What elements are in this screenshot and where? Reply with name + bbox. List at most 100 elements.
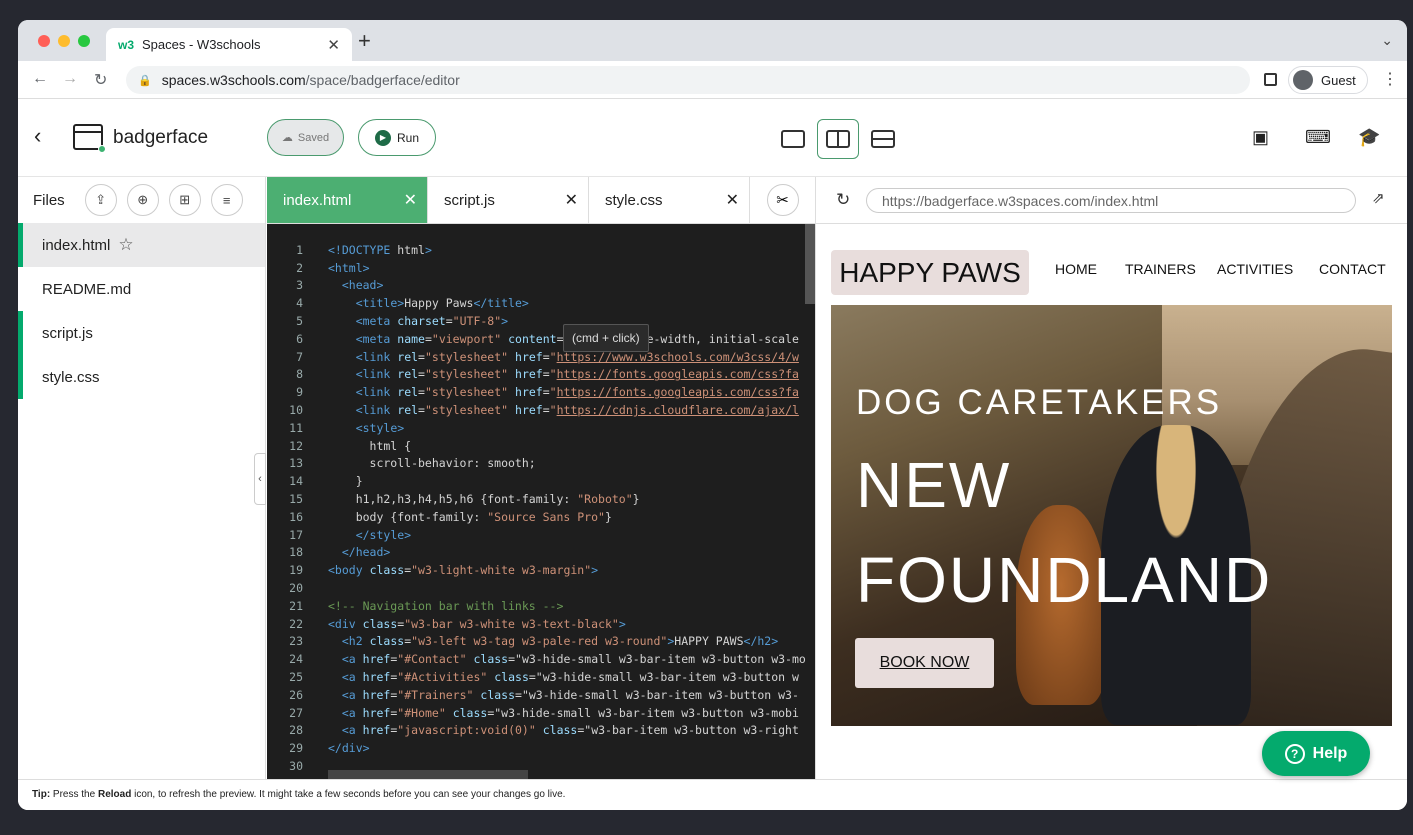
browser-tab[interactable]: w3 Spaces - W3schools ✕ [106,28,352,61]
file-name: style.css [42,368,100,386]
back-icon[interactable]: ‹ [34,123,41,149]
layout-split-horizontal-button[interactable] [862,119,904,159]
tab-search-chevron-icon[interactable]: ⌄ [1381,32,1393,49]
collapse-panel-icon[interactable]: ‹ [254,453,266,505]
code-line[interactable]: 19 <body class="w3-light-white w3-margin"… [267,561,598,579]
code-line[interactable]: 17 </style> [267,526,411,544]
nav-link-activities[interactable]: ACTIVITIES [1217,261,1293,277]
code-line[interactable]: 24 <a href="#Contact" class="w3-hide-sma… [267,650,806,668]
tab-style-css[interactable]: style.css ✕ [589,177,750,223]
code-line[interactable]: 10 <link rel="stylesheet" href="https://… [267,401,799,419]
code-line[interactable]: 18 </head> [267,544,390,562]
reload-page-icon[interactable]: ↻ [94,70,107,90]
code-line[interactable]: 2 <html> [267,259,370,277]
code-line[interactable]: 9 <link rel="stylesheet" href="https://f… [267,383,799,401]
filter-icon[interactable]: ≡ [210,184,243,216]
forward-arrow-icon[interactable]: → [62,70,78,88]
browser-menu-icon[interactable]: ⋮ [1382,69,1398,89]
keyboard-icon[interactable]: ⌨ [1305,127,1331,148]
code-line[interactable]: 1 <!DOCTYPE html> [267,241,432,259]
maximize-window-button[interactable] [78,35,90,47]
code-line[interactable]: 6 <meta name="viewport" content="width=d… [267,330,799,348]
tab-index-html[interactable]: index.html ✕ [267,177,428,223]
site-logo[interactable]: HAPPY PAWS [831,250,1029,295]
code-line[interactable]: 12 html { [267,437,411,455]
external-link-icon[interactable]: ⇗ [1372,189,1385,207]
close-icon[interactable]: ✕ [726,190,739,210]
code-line[interactable]: 28 <a href="javascript:void(0)" class="w… [267,722,799,740]
code-line[interactable]: 26 <a href="#Trainers" class="w3-hide-sm… [267,686,799,704]
code-line[interactable]: 30 [267,757,303,775]
run-button[interactable]: ▶ Run [358,119,436,156]
editor-horizontal-scrollbar[interactable] [328,770,528,779]
new-tab-icon[interactable]: + [358,28,371,54]
file-item[interactable]: script.js [18,311,265,355]
code-line[interactable]: 4 <title>Happy Paws</title> [267,294,529,312]
tools-button[interactable]: ✂ [750,177,815,223]
files-title: Files [33,191,65,209]
profile-button[interactable]: Guest [1288,66,1368,94]
editor-vertical-scrollbar[interactable] [805,224,815,304]
line-number: 22 [289,616,303,631]
split-horizontal-icon [871,130,895,148]
code-line[interactable]: 29 </div> [267,739,369,757]
code-line[interactable]: 5 <meta charset="UTF-8"> [267,312,508,330]
code-line[interactable]: 22 <div class="w3-bar w3-white w3-text-bl… [267,615,626,633]
close-icon[interactable]: ✕ [565,190,578,210]
back-arrow-icon[interactable]: ← [32,70,48,88]
code-editor[interactable]: 30 29 </div> 28 <a href="javascript:void(0)… [267,224,815,779]
code-line[interactable]: 27 <a href="#Home" class="w3-hide-small … [267,704,799,722]
hero-title-line1: NEW [856,449,1012,521]
code-line[interactable]: 11 <style> [267,419,404,437]
line-number: 11 [289,420,303,435]
code-line[interactable]: 3 <head> [267,277,383,295]
close-icon[interactable]: ✕ [404,190,417,210]
star-icon[interactable]: ☆ [118,235,133,255]
tab-script-js[interactable]: script.js ✕ [428,177,589,223]
file-item[interactable]: README.md [18,267,265,311]
help-button[interactable]: ? Help [1262,731,1370,776]
code-line[interactable]: 16 body {font-family: "Source Sans Pro"} [267,508,612,526]
minimize-window-button[interactable] [58,35,70,47]
code-line[interactable]: 13 scroll-behavior: smooth; [267,455,536,473]
code-line[interactable]: 7 <link rel="stylesheet" href="https://w… [267,348,799,366]
new-folder-icon[interactable]: ⊞ [168,184,201,216]
code-line[interactable]: 21 <!-- Navigation bar with links --> [267,597,563,615]
code-line[interactable]: 14 } [267,472,362,490]
code-line[interactable]: 8 <link rel="stylesheet" href="https://f… [267,366,799,384]
file-marker [18,355,23,399]
file-item[interactable]: style.css [18,355,265,399]
new-file-icon[interactable]: ⊕ [126,184,159,216]
code-line[interactable]: 15 h1,h2,h3,h4,h5,h6 {font-family: "Robo… [267,490,639,508]
layout-split-vertical-button[interactable] [817,119,859,159]
url-field[interactable]: 🔒 spaces.w3schools.com/space/badgerface/… [126,66,1250,94]
reload-icon[interactable]: ↻ [836,190,850,210]
code-line[interactable]: 20 [267,579,303,597]
file-item[interactable]: index.html ☆ [18,223,265,267]
cpu-icon[interactable]: ▣ [1252,127,1269,148]
line-number: 12 [289,438,303,453]
code-text: </style> [355,527,412,542]
preview-url-field[interactable]: https://badgerface.w3spaces.com/index.ht… [866,188,1356,213]
nav-link-home[interactable]: HOME [1055,261,1097,277]
code-text: } [328,474,363,489]
lock-icon: 🔒 [138,74,152,87]
nav-link-trainers[interactable]: TRAINERS [1125,261,1196,277]
code-text: scroll-behavior: smooth; [328,456,536,471]
code-text: <div class="w3-bar w3-white w3-text-blac… [328,616,626,631]
close-window-button[interactable] [38,35,50,47]
saved-button[interactable]: ☁ Saved [267,119,344,156]
code-text: <html> [328,260,370,275]
nav-link-contact[interactable]: CONTACT [1319,261,1386,277]
upload-icon[interactable]: ⇪ [84,184,117,216]
graduation-cap-icon[interactable]: 🎓 [1358,127,1380,148]
close-tab-icon[interactable]: ✕ [327,36,340,54]
tab-label: style.css [605,191,663,209]
layout-editor-only-button[interactable] [772,119,814,159]
book-now-button[interactable]: BOOK NOW [855,638,994,688]
preview-toolbar: ↻ https://badgerface.w3spaces.com/index.… [815,177,1407,224]
code-line[interactable]: 23 <h2 class="w3-left w3-tag w3-pale-red… [267,633,778,651]
line-number: 21 [289,598,303,613]
code-line[interactable]: 25 <a href="#Activities" class="w3-hide-… [267,668,799,686]
side-panel-icon[interactable] [1264,73,1277,86]
